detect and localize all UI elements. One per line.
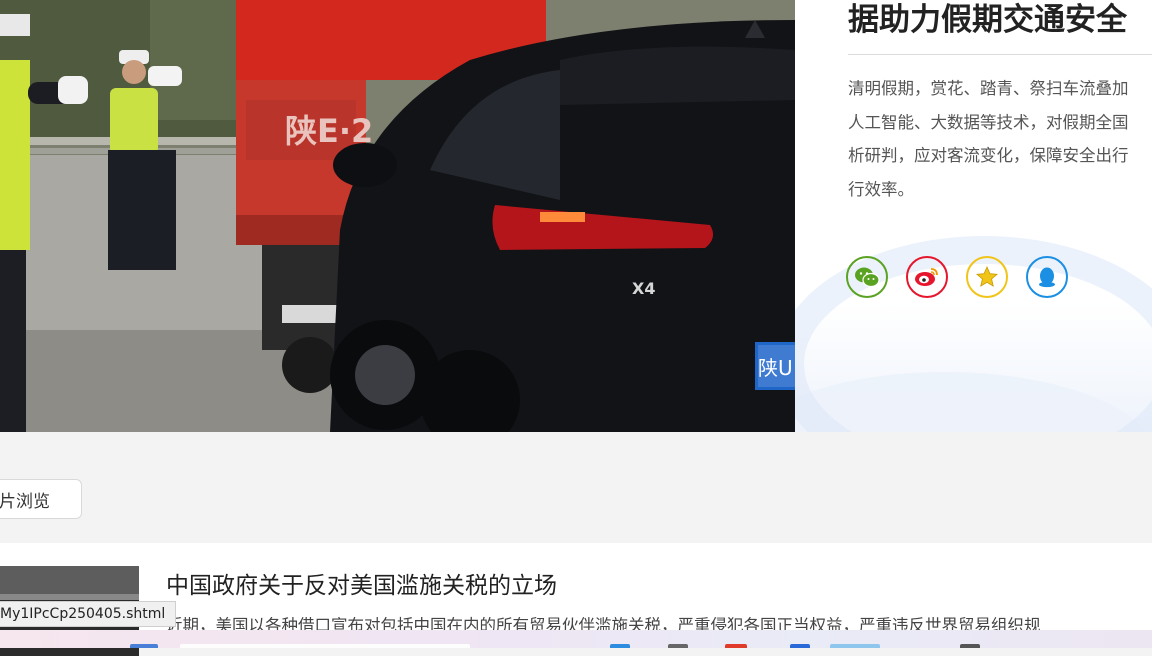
share-weibo-button[interactable] (906, 256, 948, 298)
article-summary-panel: 据助力假期交通安全 清明假期，赏花、踏青、祭扫车流叠加 人工智能、大数据等技术，… (795, 0, 1152, 432)
share-favorite-button[interactable] (966, 256, 1008, 298)
taskbar-app-icon[interactable] (725, 644, 747, 648)
article-title-link[interactable]: 中国政府关于反对美国滥施关税的立场 (166, 566, 557, 600)
car-model-badge: X4 (632, 279, 655, 298)
summary-line: 人工智能、大数据等技术，对假期全国 (848, 112, 1129, 132)
license-plate-text: 陕U (758, 356, 793, 380)
favorite-star-icon (976, 266, 998, 287)
summary-line: 清明假期，赏花、踏青、祭扫车流叠加 (848, 79, 1129, 98)
hero-section: 陕E·2 X4 陕U 据助力假期交通安全 清明假期，赏花、踏青、祭扫车流叠加 人… (0, 0, 1152, 432)
image-browse-button[interactable]: 片浏览 (0, 479, 82, 519)
taskbar-app-icon[interactable] (790, 644, 810, 648)
summary-line: 行效率。 (848, 179, 914, 199)
title-divider (848, 54, 1152, 55)
image-browse-label: 片浏览 (0, 491, 50, 512)
news-photo[interactable]: 陕E·2 X4 陕U (0, 0, 795, 432)
taskbar-app-icon[interactable] (960, 644, 980, 648)
status-url-text: My1IPcCp250405.shtml (0, 606, 166, 622)
wechat-icon (855, 267, 880, 288)
summary-title: 据助力假期交通安全 (848, 2, 1127, 38)
taskbar-app-icon[interactable] (668, 644, 688, 648)
share-qq-button[interactable] (1026, 256, 1068, 298)
summary-body: 清明假期，赏花、踏青、祭扫车流叠加 人工智能、大数据等技术，对假期全国 析研判，… (848, 72, 1152, 206)
share-wechat-button[interactable] (846, 256, 888, 298)
taskbar-app-icon[interactable] (610, 644, 630, 648)
taskbar-search-box[interactable] (180, 644, 470, 648)
taskbar-start-icon[interactable] (130, 644, 158, 648)
weibo-icon (915, 268, 938, 286)
share-buttons (846, 256, 1068, 298)
summary-line: 析研判，应对客流变化，保障安全出行 (848, 146, 1129, 165)
traffic-police-photo: 陕E·2 X4 陕U (0, 0, 795, 432)
status-bar-url: My1IPcCp250405.shtml (0, 601, 177, 627)
taskbar-browser-icon[interactable] (830, 644, 880, 648)
qq-icon (1039, 267, 1055, 288)
taskbar (0, 630, 1152, 648)
